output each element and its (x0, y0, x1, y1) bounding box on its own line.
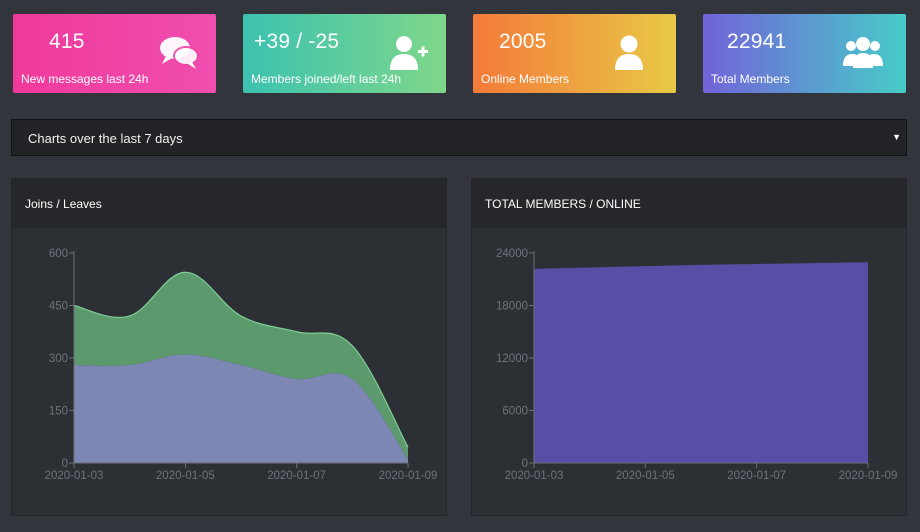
x-tick-label: 2020-01-09 (379, 470, 438, 482)
panel-title: TOTAL MEMBERS / ONLINE (472, 179, 906, 228)
y-tick-label: 150 (49, 406, 68, 418)
x-tick-label: 2020-01-09 (839, 470, 898, 482)
chart-range-selected: Charts over the last 7 days (28, 131, 183, 146)
y-tick-label: 6000 (502, 406, 528, 418)
joins-leaves-panel: Joins / Leaves 0 150 300 450 600 2020-01-03 20… (11, 178, 447, 516)
x-tick-label: 2020-01-03 (45, 470, 104, 482)
y-tick-label: 12000 (496, 353, 528, 365)
stat-card-total: 22941 Total Members (703, 14, 906, 93)
chat-bubbles-icon (160, 37, 199, 69)
y-tick-label: 450 (49, 301, 68, 313)
user-plus-icon (390, 36, 428, 70)
y-tick-label: 0 (62, 458, 68, 470)
x-tick-label: 2020-01-07 (267, 470, 326, 482)
stat-label: New messages last 24h (21, 72, 149, 86)
stat-label: Total Members (711, 72, 790, 86)
series-area-0 (534, 262, 868, 463)
users-icon (843, 37, 883, 68)
x-tick-label: 2020-01-05 (616, 470, 675, 482)
x-tick-label: 2020-01-07 (727, 470, 786, 482)
stat-value: 2005 (499, 30, 547, 53)
stat-value: +39 / -25 (254, 30, 340, 53)
y-tick-label: 0 (522, 458, 528, 470)
user-icon (615, 35, 643, 70)
stat-card-messages: 415 New messages last 24h (13, 14, 216, 93)
chevron-down-icon: ▼ (892, 132, 901, 142)
members-online-chart: 0 6000 12000 18000 24000 2020-01-03 2020-01-05… (496, 248, 898, 482)
stat-label: Members joined/left last 24h (251, 72, 402, 86)
stat-card-joins: +39 / -25 Members joined/left last 24h (243, 14, 446, 93)
stat-value: 22941 (727, 30, 787, 53)
members-online-panel: TOTAL MEMBERS / ONLINE 0 6000 12000 18000 24… (471, 178, 907, 516)
stat-card-online: 2005 Online Members (473, 14, 676, 93)
y-tick-label: 600 (49, 248, 68, 260)
joins-leaves-chart: 0 150 300 450 600 2020-01-03 2020-01-05 2020-01… (45, 248, 438, 482)
y-tick-label: 18000 (496, 301, 528, 313)
y-tick-label: 24000 (496, 248, 528, 260)
stat-value: 415 (49, 30, 85, 53)
x-tick-label: 2020-01-05 (156, 470, 215, 482)
y-tick-label: 300 (49, 353, 68, 365)
chart-range-select[interactable]: Charts over the last 7 days ▼ (11, 119, 907, 156)
panel-title: Joins / Leaves (12, 179, 446, 228)
stat-label: Online Members (481, 72, 570, 86)
x-tick-label: 2020-01-03 (505, 470, 564, 482)
